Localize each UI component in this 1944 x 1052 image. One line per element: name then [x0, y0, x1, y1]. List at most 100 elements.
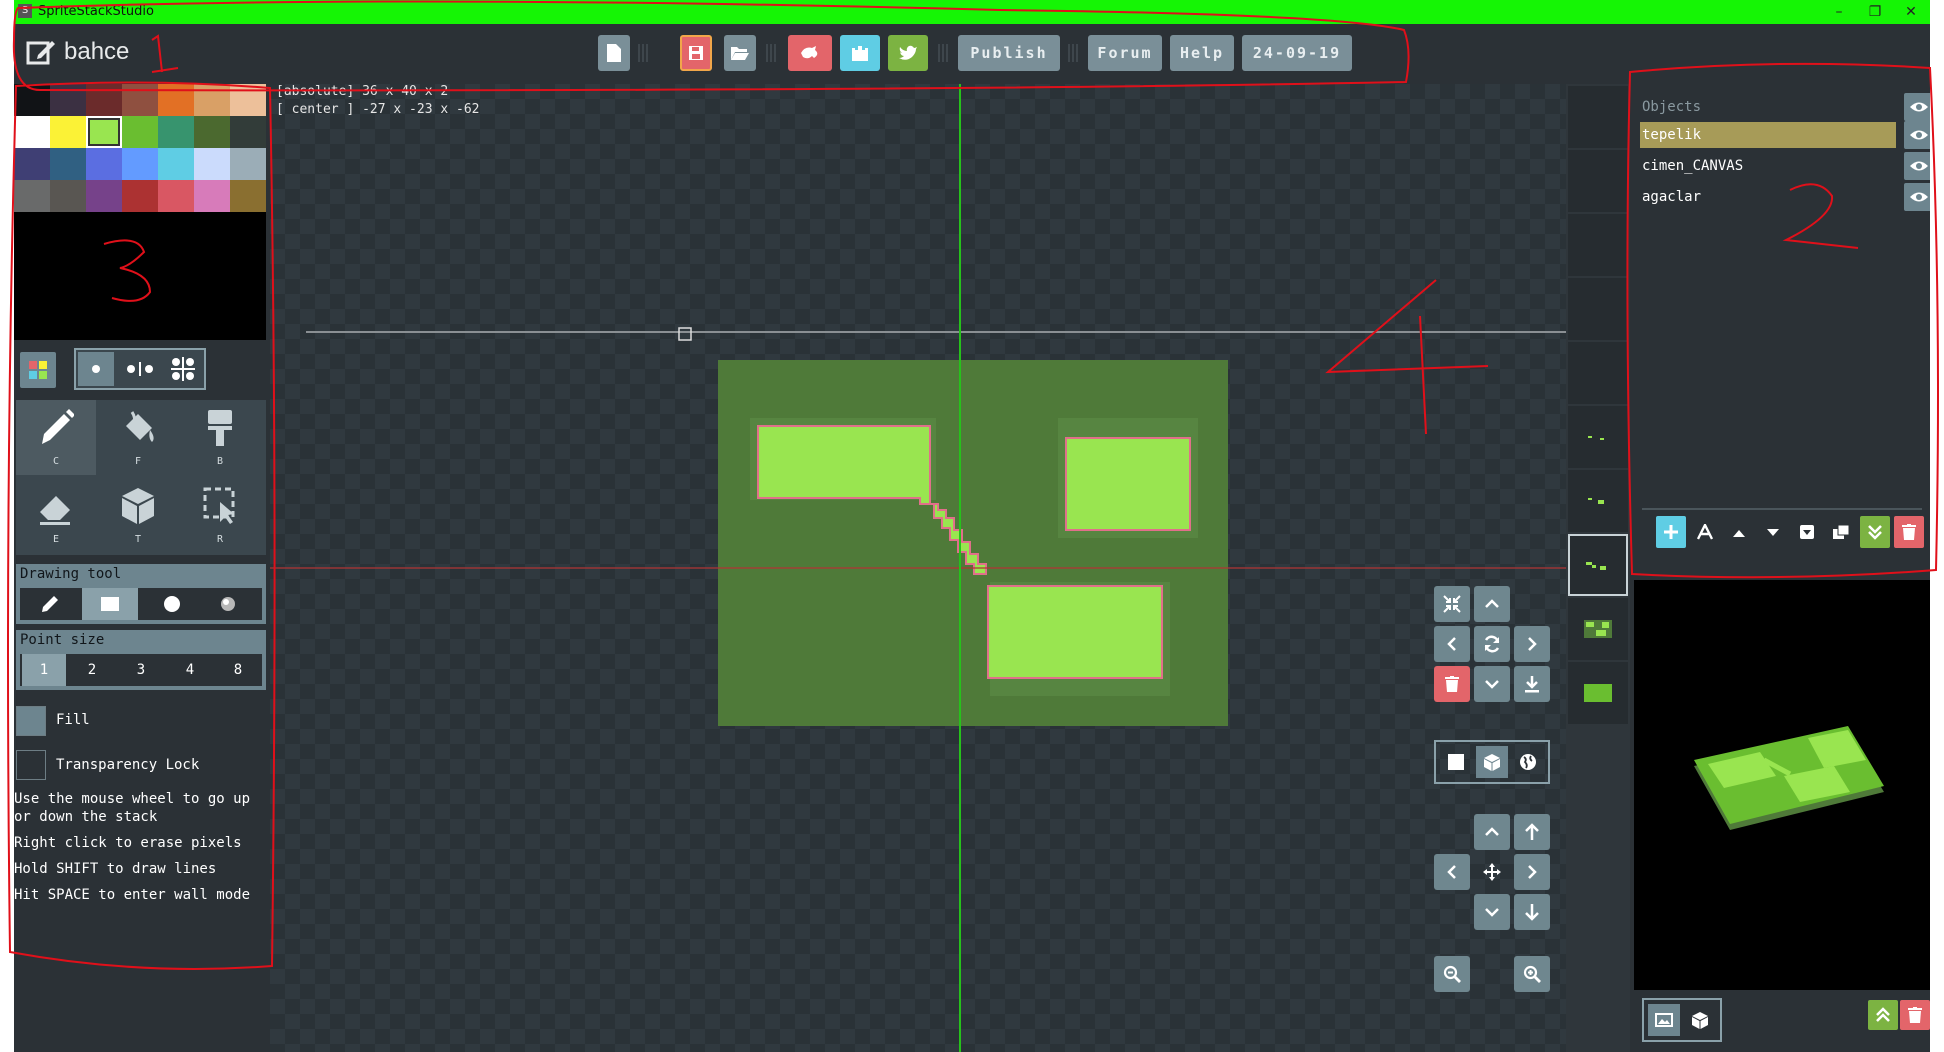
draw-pencil-option[interactable]: [28, 588, 72, 620]
editor-canvas[interactable]: [absolute] 36 x 40 x 2 [ center ] -27 x …: [270, 84, 1566, 1052]
palette-swatch[interactable]: [230, 148, 266, 180]
open-button[interactable]: [724, 35, 756, 71]
move-right-button[interactable]: [1514, 854, 1550, 890]
eraser-tool[interactable]: E: [16, 478, 96, 553]
project-name[interactable]: bahce: [64, 38, 129, 66]
move-left-button[interactable]: [1434, 854, 1470, 890]
guide-handle: [678, 327, 692, 341]
square-view-icon: [1448, 754, 1464, 770]
pencil-tool[interactable]: C: [16, 400, 96, 475]
new-file-button[interactable]: [598, 35, 630, 71]
layer-slice[interactable]: [1568, 406, 1628, 468]
date-button[interactable]: 24-09-19: [1242, 35, 1352, 71]
delete-object-button[interactable]: [1894, 516, 1924, 548]
add-object-button[interactable]: [1656, 516, 1686, 548]
object-visibility-toggle[interactable]: [1904, 121, 1930, 149]
rotate-up-button[interactable]: [1474, 586, 1510, 622]
object-visibility-toggle[interactable]: [1904, 183, 1930, 211]
symmetry-none-button[interactable]: [78, 352, 114, 386]
select-tool[interactable]: R: [180, 478, 260, 553]
3d-preview[interactable]: [1634, 580, 1930, 990]
symmetry-mirror-button[interactable]: [120, 352, 160, 386]
object-row-selected[interactable]: tepelik: [1640, 122, 1896, 148]
save-button[interactable]: [680, 35, 712, 71]
preview-3d-button[interactable]: [1684, 1004, 1716, 1036]
point-size-8[interactable]: 8: [216, 654, 260, 686]
object-visibility-toggle[interactable]: [1904, 152, 1930, 180]
layer-thumbnail: [1584, 684, 1612, 702]
duplicate-object-button[interactable]: [1826, 516, 1856, 548]
preview-image-button[interactable]: [1648, 1004, 1680, 1036]
fill-tool[interactable]: F: [98, 400, 178, 475]
draw-sphere-option[interactable]: [206, 588, 250, 620]
rename-object-button[interactable]: [1690, 516, 1720, 548]
twitter-button[interactable]: [888, 35, 928, 71]
publish-button[interactable]: Publish: [958, 35, 1060, 71]
rotate-right-button[interactable]: [1514, 626, 1550, 662]
view-2d-button[interactable]: [1440, 746, 1472, 778]
layer-slice[interactable]: [1568, 214, 1628, 276]
download-button[interactable]: [1514, 666, 1550, 702]
symmetry-quad-button[interactable]: [164, 352, 202, 386]
edit-icon[interactable]: [26, 38, 56, 66]
draw-circle-option[interactable]: [150, 588, 194, 620]
objects-header: Objects: [1642, 99, 1702, 115]
layer-slice-selected[interactable]: [1568, 534, 1628, 596]
collapse-object-button[interactable]: [1792, 516, 1822, 548]
layer-slice[interactable]: [1568, 598, 1628, 660]
point-size-3[interactable]: 3: [119, 654, 163, 686]
move-up-button[interactable]: [1514, 814, 1550, 850]
layer-slice[interactable]: [1568, 470, 1628, 532]
move-down-small-button[interactable]: [1474, 894, 1510, 930]
layer-slice[interactable]: [1568, 278, 1628, 340]
palette-swatch[interactable]: [230, 116, 266, 148]
share-button[interactable]: [788, 35, 832, 71]
close-window-button[interactable]: ✕: [1896, 2, 1926, 22]
app-window: S SpriteStackStudio – ❐ ✕ bahce Publish …: [14, 0, 1930, 1052]
layer-slice[interactable]: [1568, 150, 1628, 212]
fit-view-button[interactable]: [1434, 586, 1470, 622]
draw-rectangle-option[interactable]: [82, 588, 138, 620]
preview-delete-button[interactable]: [1900, 1000, 1930, 1030]
point-size-1[interactable]: 1: [22, 654, 66, 686]
minimize-button[interactable]: –: [1824, 2, 1854, 22]
palette-swatch[interactable]: [230, 84, 266, 116]
zoom-in-button[interactable]: [1514, 956, 1550, 992]
fill-checkbox[interactable]: [16, 706, 46, 736]
move-all-button[interactable]: [1474, 854, 1510, 890]
rotate-down-button[interactable]: [1474, 666, 1510, 702]
cube-tool[interactable]: T: [98, 478, 178, 553]
cube-view-icon: [1692, 1012, 1708, 1029]
view-globe-button[interactable]: [1512, 746, 1544, 778]
forum-button[interactable]: Forum: [1088, 35, 1162, 71]
palette-swatch-selected[interactable]: [86, 116, 122, 148]
point-size-2[interactable]: 2: [70, 654, 114, 686]
maximize-button[interactable]: ❐: [1860, 2, 1890, 22]
object-row[interactable]: cimen_CANVAS: [1640, 153, 1896, 179]
rotate-left-button[interactable]: [1434, 626, 1470, 662]
layer-slice[interactable]: [1568, 662, 1628, 724]
objects-visibility-toggle[interactable]: [1904, 93, 1930, 121]
help-button[interactable]: Help: [1170, 35, 1234, 71]
palette-swatch[interactable]: [230, 180, 266, 212]
preview-collapse-button[interactable]: [1868, 1000, 1898, 1030]
caret-up-icon: [1733, 530, 1745, 537]
castle-button[interactable]: [840, 35, 880, 71]
view-3d-button[interactable]: [1476, 746, 1508, 778]
object-row[interactable]: agaclar: [1640, 184, 1896, 210]
reset-view-button[interactable]: [1474, 626, 1510, 662]
delete-view-button[interactable]: [1434, 666, 1470, 702]
point-size-4[interactable]: 4: [168, 654, 212, 686]
move-object-up-button[interactable]: [1724, 516, 1754, 548]
layer-slice[interactable]: [1568, 86, 1628, 148]
move-object-down-button[interactable]: [1758, 516, 1788, 548]
palette-mode-button[interactable]: [20, 352, 56, 388]
toolbar-separator: [1068, 44, 1078, 62]
move-down-button[interactable]: [1514, 894, 1550, 930]
transparency-lock-checkbox[interactable]: [16, 750, 46, 780]
zoom-out-button[interactable]: [1434, 956, 1470, 992]
brush-tool[interactable]: B: [180, 400, 260, 475]
move-up-small-button[interactable]: [1474, 814, 1510, 850]
merge-down-button[interactable]: [1860, 516, 1890, 548]
layer-slice[interactable]: [1568, 342, 1628, 404]
